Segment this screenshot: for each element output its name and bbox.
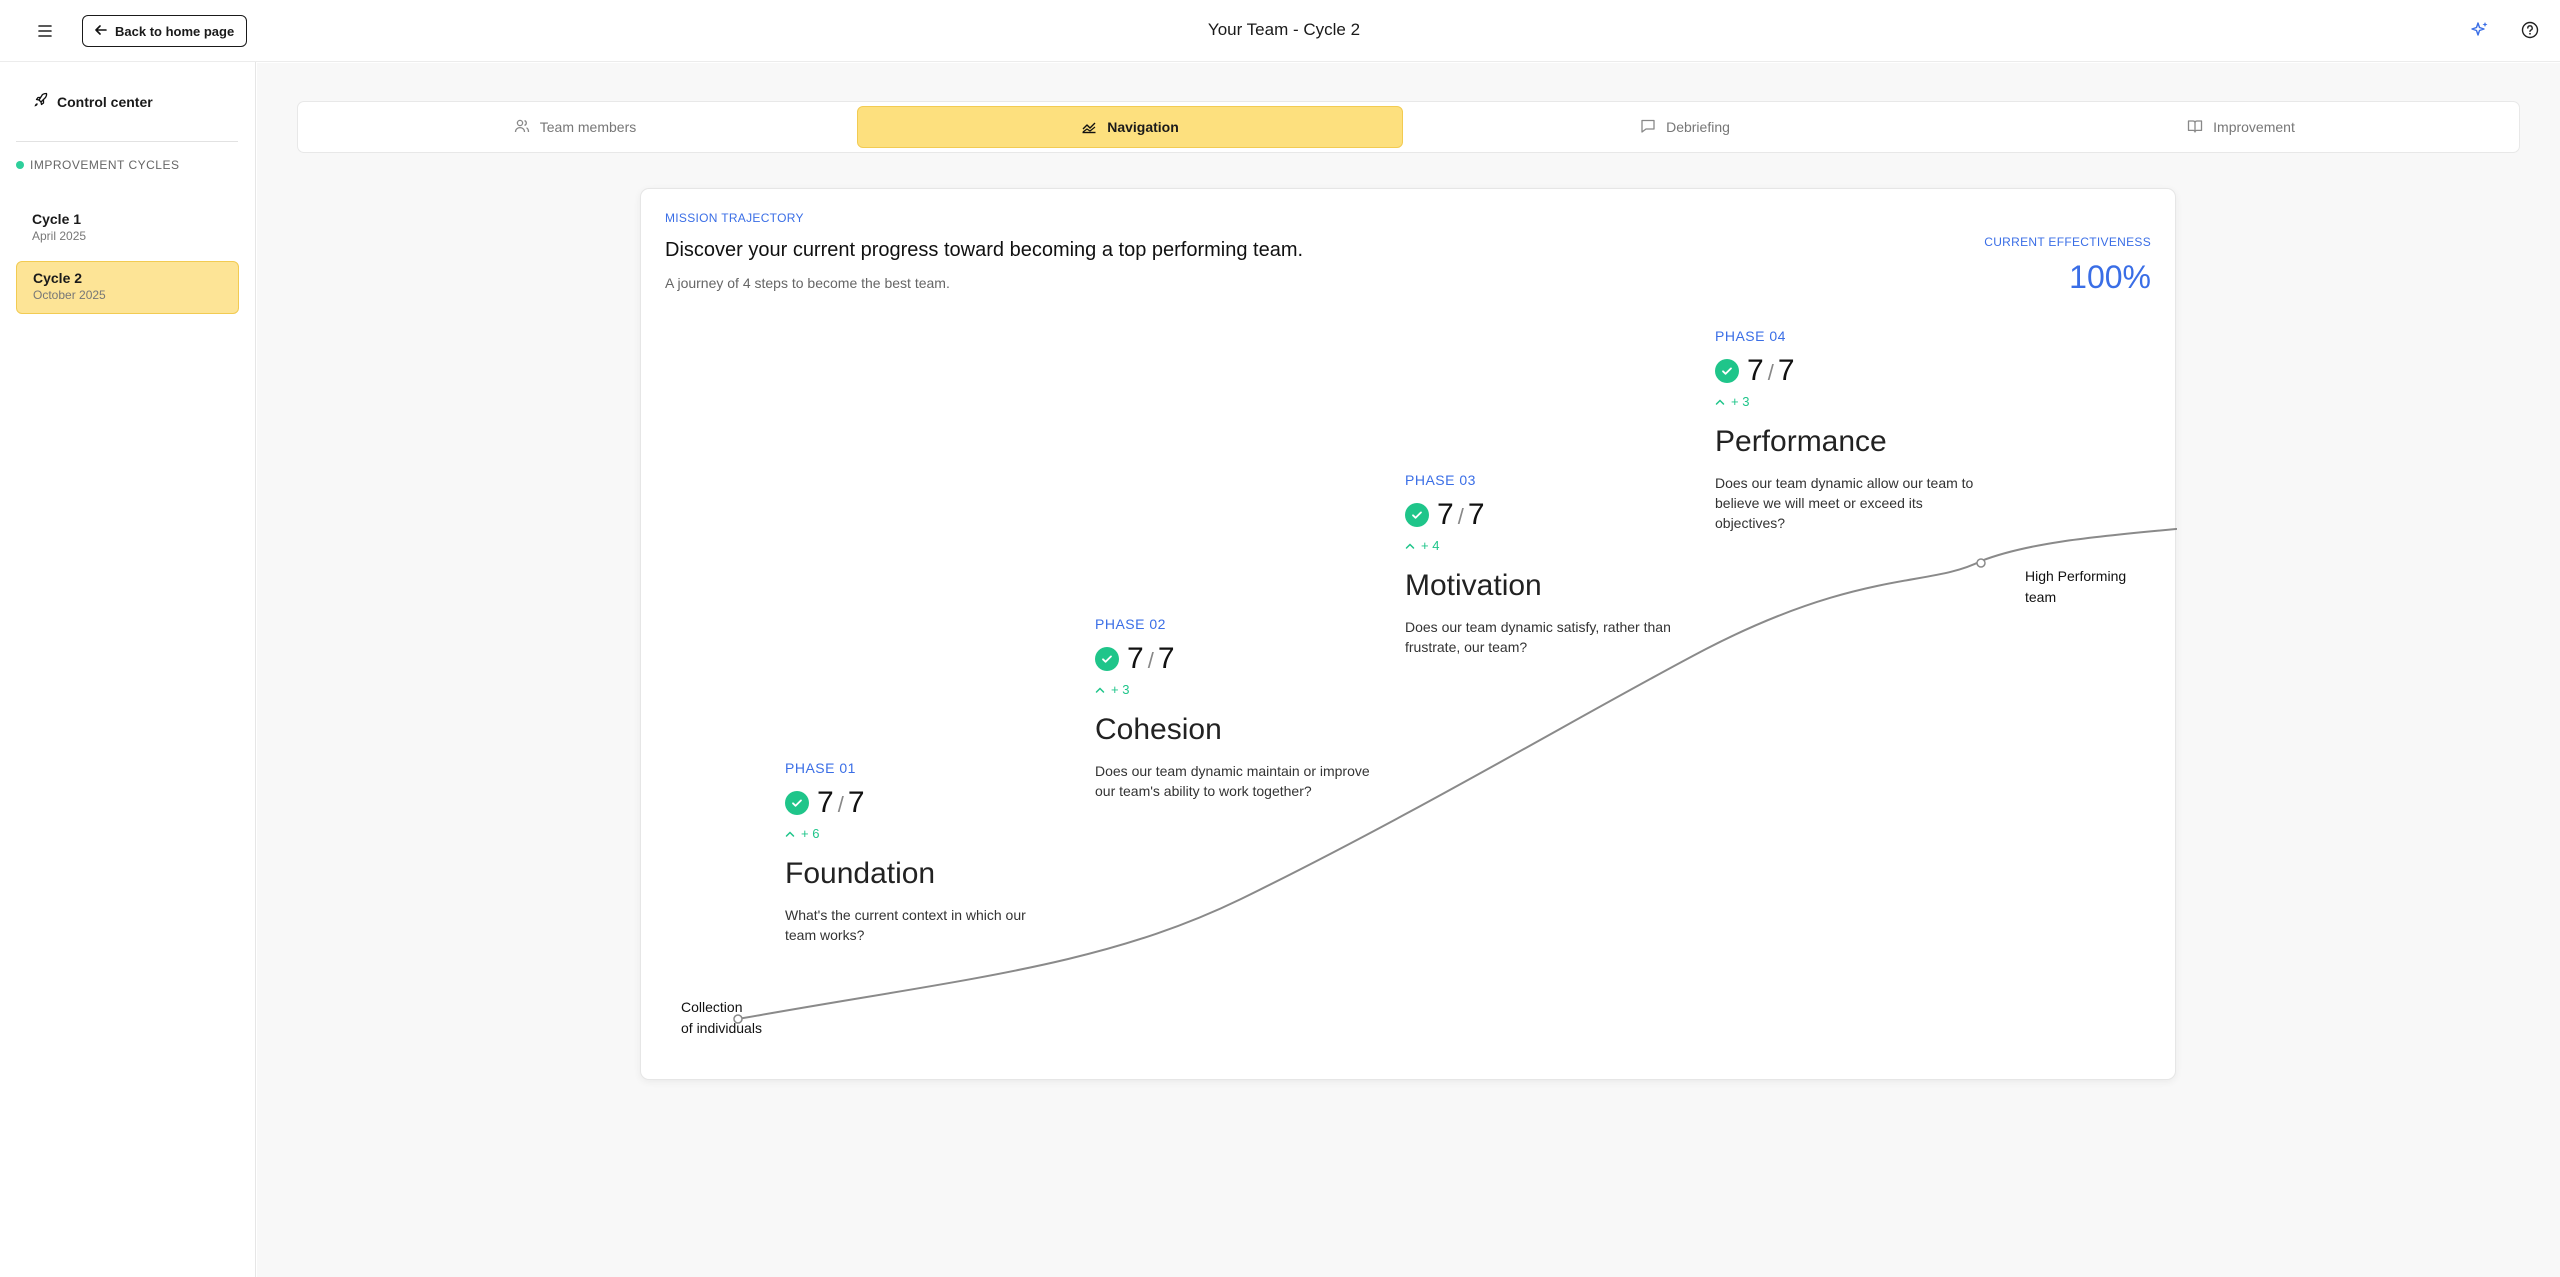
delta-value: + 3 [1731, 394, 1750, 409]
phase-label: PHASE 01 [785, 760, 856, 776]
phase-label: PHASE 03 [1405, 472, 1476, 488]
mission-kicker: MISSION TRAJECTORY [665, 211, 804, 225]
phase-label: PHASE 04 [1715, 328, 1786, 344]
phase-description: Does our team dynamic maintain or improv… [1095, 763, 1370, 799]
score-value: 7 [1437, 498, 1454, 531]
chevron-up-icon [1095, 682, 1105, 697]
score-value: 7 [817, 786, 834, 819]
tab-bar: Team members Navigation Debriefing Impro… [297, 101, 2520, 153]
phase-title: Foundation [785, 857, 936, 890]
phase-04: PHASE 04 7/7 + 3 Performance Does our te… [1715, 328, 2015, 533]
end-label: High Performing team [2025, 566, 2126, 608]
page-title: Your Team - Cycle 2 [1207, 20, 1361, 39]
check-circle-icon [1405, 503, 1429, 527]
phase-02: PHASE 02 7/7 + 3 Cohesion Does our team … [1095, 616, 1395, 801]
tab-navigation[interactable]: Navigation [857, 106, 1403, 148]
cycle-name: Cycle 2 [33, 270, 83, 286]
delta-value: + 4 [1421, 538, 1440, 553]
status-dot-icon [16, 161, 24, 169]
score-total: 7 [1157, 642, 1175, 675]
sidebar-item-cycle-2[interactable]: Cycle 2 October 2025 [16, 261, 239, 314]
delta-value: + 3 [1111, 682, 1130, 697]
cycle-date: October 2025 [33, 288, 106, 302]
improvement-cycles-heading: IMPROVEMENT CYCLES [16, 158, 179, 172]
chevron-up-icon [1715, 394, 1725, 409]
end-point [1976, 558, 1986, 568]
check-circle-icon [1095, 647, 1119, 671]
delta-value: + 6 [801, 826, 820, 841]
rocket-icon [33, 92, 49, 111]
cycle-date: April 2025 [32, 229, 87, 243]
end-label-line-2: team [2025, 589, 2057, 605]
top-bar: Back to home page Your Team - Cycle 2 [0, 0, 2560, 62]
phase-delta: + 3 [1715, 394, 2015, 409]
phase-03: PHASE 03 7/7 + 4 Motivation Does our tea… [1405, 472, 1705, 657]
phase-delta: + 3 [1095, 682, 1395, 697]
tab-team-members[interactable]: Team members [302, 106, 848, 148]
tab-label: Team members [539, 119, 637, 135]
trending-chart-icon [1081, 118, 1097, 137]
phase-score: 7/7 [1715, 354, 2015, 388]
tab-label: Improvement [2213, 119, 2295, 135]
book-open-icon [2187, 118, 2203, 137]
tab-improvement[interactable]: Improvement [1968, 106, 2514, 148]
sidebar-item-cycle-1[interactable]: Cycle 1 April 2025 [16, 203, 239, 256]
section-label: IMPROVEMENT CYCLES [30, 158, 180, 172]
mission-headline: Discover your current progress toward be… [665, 239, 1304, 261]
phase-description: Does our team dynamic allow our team to … [1715, 475, 1974, 531]
sidebar: Control center IMPROVEMENT CYCLES Cycle … [0, 62, 256, 1277]
phase-01: PHASE 01 7/7 + 6 Foundation What's the c… [785, 760, 1085, 945]
sidebar-divider [16, 141, 238, 142]
check-circle-icon [1715, 359, 1739, 383]
phase-delta: + 6 [785, 826, 1085, 841]
chevron-up-icon [1405, 538, 1415, 553]
control-center-link[interactable]: Control center [33, 92, 153, 111]
phase-score: 7/7 [1095, 642, 1395, 676]
end-label-line-1: High Performing [2025, 568, 2127, 584]
control-center-label: Control center [57, 93, 153, 110]
score-total: 7 [1777, 354, 1795, 387]
phase-delta: + 4 [1405, 538, 1705, 553]
phase-score: 7/7 [785, 786, 1085, 820]
effectiveness-value: 100% [2069, 259, 2151, 295]
users-icon [514, 118, 530, 137]
help-icon[interactable] [2520, 20, 2540, 40]
start-label: Collection of individuals [681, 997, 762, 1039]
mission-subhead: A journey of 4 steps to become the best … [665, 275, 950, 291]
sparkles-icon[interactable] [2470, 20, 2490, 40]
score-total: 7 [847, 786, 865, 819]
start-label-line-2: of individuals [681, 1020, 762, 1036]
phase-title: Cohesion [1095, 713, 1222, 746]
tab-label: Navigation [1107, 119, 1179, 135]
check-circle-icon [785, 791, 809, 815]
tab-label: Debriefing [1666, 119, 1730, 135]
phase-title: Performance [1715, 425, 1887, 458]
phase-score: 7/7 [1405, 498, 1705, 532]
score-value: 7 [1127, 642, 1144, 675]
phase-label: PHASE 02 [1095, 616, 1166, 632]
mission-trajectory-card: MISSION TRAJECTORY Discover your current… [640, 188, 2177, 1080]
chevron-up-icon [785, 826, 795, 841]
score-value: 7 [1747, 354, 1764, 387]
cycle-name: Cycle 1 [32, 211, 82, 227]
message-icon [1640, 118, 1656, 137]
phase-description: What's the current context in which our … [785, 907, 1026, 943]
effectiveness-label: CURRENT EFFECTIVENESS [1984, 235, 2151, 249]
phase-description: Does our team dynamic satisfy, rather th… [1405, 619, 1671, 655]
tab-debriefing[interactable]: Debriefing [1412, 106, 1958, 148]
phase-title: Motivation [1405, 569, 1542, 602]
start-label-line-1: Collection [681, 999, 743, 1015]
score-total: 7 [1467, 498, 1485, 531]
